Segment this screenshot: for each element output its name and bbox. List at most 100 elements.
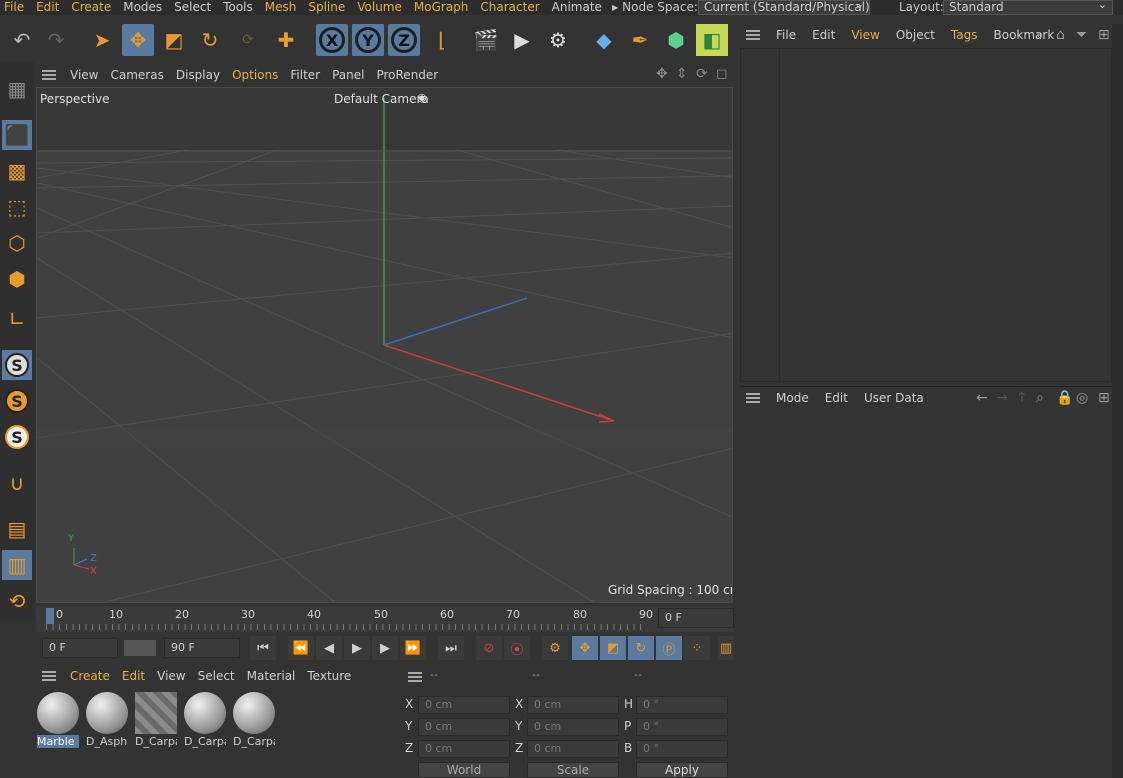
coordinates-hamburger-icon[interactable] xyxy=(408,672,422,682)
workplane-button[interactable]: ▤ xyxy=(2,514,32,544)
am-search-icon[interactable]: ⌕ xyxy=(1036,390,1044,406)
material-swatch[interactable]: D_Carpa xyxy=(135,692,177,748)
viewport-maximize-icon[interactable]: ◻ xyxy=(716,66,728,82)
pen-button[interactable]: ✒ xyxy=(624,24,656,56)
am-back-icon[interactable]: ← xyxy=(976,390,988,406)
axis-mode-button[interactable]: ∟ xyxy=(2,304,32,334)
menu-tools[interactable]: Tools xyxy=(219,0,261,15)
key-parameter-button[interactable]: Ⓟ xyxy=(656,636,682,660)
go-to-start-button[interactable]: ⏮ xyxy=(250,636,276,660)
object-manager-hamburger-icon[interactable] xyxy=(746,30,760,40)
material-swatch[interactable]: D_Asph xyxy=(86,692,128,748)
render-settings-button[interactable]: ⚙ xyxy=(542,24,574,56)
menu-select[interactable]: Select xyxy=(170,0,219,15)
subdivision-button[interactable]: ⬢ xyxy=(660,24,692,56)
viewport-menu-view[interactable]: View xyxy=(64,68,104,82)
layout-select[interactable]: Standard xyxy=(943,0,1113,15)
viewport-menu-display[interactable]: Display xyxy=(170,68,226,82)
render-picture-viewer-button[interactable]: ▶ xyxy=(506,24,538,56)
mat-menu-select[interactable]: Select xyxy=(192,669,241,683)
menu-create[interactable]: Create xyxy=(67,0,119,15)
solo-button[interactable]: S xyxy=(2,386,32,416)
om-menu-object[interactable]: Object xyxy=(888,28,943,42)
play-button[interactable]: ▶ xyxy=(344,636,370,660)
am-menu-edit[interactable]: Edit xyxy=(817,391,856,405)
viewport-menu-filter[interactable]: Filter xyxy=(284,68,326,82)
planar-workplane-button[interactable]: ⟲ xyxy=(2,586,32,616)
start-frame-field[interactable]: 0 F xyxy=(42,638,118,658)
am-lock-icon[interactable]: 🔒 xyxy=(1056,390,1073,406)
coordinate-system-button[interactable]: ⌊ xyxy=(426,24,458,56)
menu-volume[interactable]: Volume xyxy=(353,0,410,15)
object-manager-list[interactable] xyxy=(740,48,1112,382)
prev-key-button[interactable]: ⏪ xyxy=(288,636,314,660)
key-scale-button[interactable]: ◩ xyxy=(600,636,626,660)
am-menu-mode[interactable]: Mode xyxy=(768,391,817,405)
x-axis-button[interactable]: X xyxy=(316,24,348,56)
texture-mode-button[interactable]: ▩ xyxy=(2,156,32,186)
coord-system-select[interactable]: World xyxy=(418,762,510,778)
pos-y-field[interactable]: 0 cm xyxy=(418,718,510,736)
timeline-ruler[interactable]: 0 10 20 30 40 50 60 70 80 90 xyxy=(36,606,734,632)
mat-menu-edit[interactable]: Edit xyxy=(116,669,151,683)
om-menu-edit[interactable]: Edit xyxy=(804,28,843,42)
viewport-menu-panel[interactable]: Panel xyxy=(326,68,370,82)
locked-workplane-button[interactable]: ▥ xyxy=(2,550,32,580)
om-search-icon[interactable]: ⌕ xyxy=(1036,27,1044,43)
menu-spline[interactable]: Spline xyxy=(304,0,353,15)
solo-hierarchy-button[interactable]: S xyxy=(2,422,32,452)
attribute-manager-hamburger-icon[interactable] xyxy=(746,392,760,403)
model-mode-button[interactable]: ⬛ xyxy=(2,120,32,150)
menu-animate[interactable]: Animate xyxy=(548,0,610,15)
viewport[interactable]: Perspective Default Camera ◉ Grid Spacin… xyxy=(36,87,733,603)
cube-button[interactable]: ◆ xyxy=(588,24,620,56)
mat-menu-create[interactable]: Create xyxy=(64,669,116,683)
am-forward-icon[interactable]: → xyxy=(996,390,1008,406)
make-editable-button[interactable]: ▦ xyxy=(2,74,32,104)
rot-p-field[interactable]: 0 ° xyxy=(636,718,728,736)
psr-button[interactable]: ⟳ xyxy=(232,24,264,56)
size-x-field[interactable]: 0 cm xyxy=(527,696,619,714)
timeline-playhead[interactable] xyxy=(46,608,54,624)
range-slider[interactable] xyxy=(124,640,156,656)
current-frame-field[interactable]: 0 F xyxy=(658,608,734,628)
hamburger-icon[interactable] xyxy=(42,70,56,80)
viewport-menu-prorender[interactable]: ProRender xyxy=(370,68,444,82)
menu-character[interactable]: Character xyxy=(476,0,547,15)
om-new-window-icon[interactable]: ⊞ xyxy=(1098,27,1110,43)
om-menu-view[interactable]: View xyxy=(843,28,887,42)
size-y-field[interactable]: 0 cm xyxy=(527,718,619,736)
move-tool-button[interactable]: ✥ xyxy=(122,24,154,56)
material-swatch[interactable]: Marble xyxy=(37,692,79,748)
viewport-menu-cameras[interactable]: Cameras xyxy=(104,68,169,82)
z-axis-button[interactable]: Z xyxy=(388,24,420,56)
record-button[interactable]: ⊘ xyxy=(476,636,502,660)
viewport-menu-options[interactable]: Options xyxy=(226,68,284,82)
rot-h-field[interactable]: 0 ° xyxy=(636,696,728,714)
next-key-button[interactable]: ⏩ xyxy=(400,636,426,660)
end-frame-field[interactable]: 90 F xyxy=(164,638,240,658)
go-to-end-button[interactable]: ⏭ xyxy=(438,636,464,660)
menu-mesh[interactable]: Mesh xyxy=(261,0,305,15)
next-frame-button[interactable]: ▶ xyxy=(372,636,398,660)
key-pla-button[interactable]: ⁘ xyxy=(684,636,710,660)
key-position-button[interactable]: ✥ xyxy=(572,636,598,660)
apply-button[interactable]: Apply xyxy=(636,762,728,778)
y-axis-button[interactable]: Y xyxy=(352,24,384,56)
menu-edit[interactable]: Edit xyxy=(32,0,67,15)
viewport-zoom-icon[interactable]: ⇕ xyxy=(676,66,688,82)
om-home-icon[interactable]: ⌂ xyxy=(1056,27,1065,43)
material-swatch[interactable]: D_Carpa xyxy=(184,692,226,748)
om-menu-file[interactable]: File xyxy=(768,28,804,42)
om-menu-tags[interactable]: Tags xyxy=(943,28,986,42)
polygons-mode-button[interactable]: ⬢ xyxy=(2,264,32,294)
generator-button[interactable]: ◧ xyxy=(696,24,728,56)
points-mode-button[interactable]: ⬚ xyxy=(2,192,32,222)
am-menu-user-data[interactable]: User Data xyxy=(856,391,932,405)
mat-menu-texture[interactable]: Texture xyxy=(301,669,357,683)
mat-menu-material[interactable]: Material xyxy=(241,669,302,683)
key-settings-button[interactable]: ⚙ xyxy=(542,636,568,660)
om-filter-icon[interactable]: ⏷ xyxy=(1076,27,1087,43)
viewport-rotate-icon[interactable]: ⟳ xyxy=(696,66,708,82)
magnet-button[interactable]: ∪ xyxy=(2,468,32,498)
